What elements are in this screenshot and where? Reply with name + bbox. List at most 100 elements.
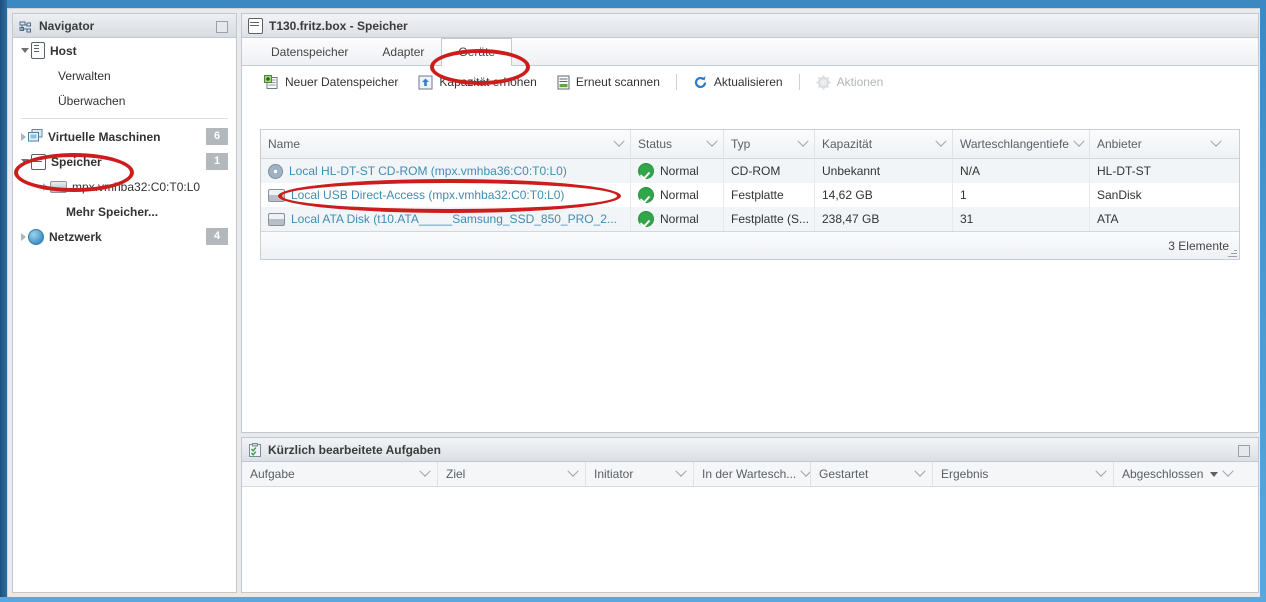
- chevron-right-icon[interactable]: [21, 132, 26, 141]
- column-header-kapazit-t[interactable]: Kapazität: [815, 130, 953, 157]
- tab-adapter[interactable]: Adapter: [365, 38, 441, 65]
- task-filter-controls: [563, 465, 579, 478]
- task-filter-controls: [415, 465, 431, 478]
- table-row[interactable]: Local HL-DT-ST CD-ROM (mpx.vmhba36:C0:T0…: [261, 159, 1239, 183]
- sort-descending-icon[interactable]: [1210, 471, 1218, 477]
- chevron-down-icon[interactable]: [800, 465, 810, 477]
- chevron-down-icon[interactable]: [613, 135, 625, 147]
- sidebar-item-label: Netzwerk: [49, 229, 102, 244]
- chevron-right-icon[interactable]: [21, 232, 26, 241]
- column-header-label: Typ: [731, 136, 751, 151]
- task-filter-gestartet[interactable]: Gestartet: [811, 462, 933, 486]
- cell-status: Normal: [631, 207, 724, 231]
- task-list: [242, 487, 1258, 592]
- column-header-label: Status: [638, 136, 673, 151]
- sidebar-item-berwachen[interactable]: Überwachen: [13, 88, 236, 113]
- toolbar-aktualisieren-button[interactable]: Aktualisieren: [683, 70, 793, 94]
- tab-bar: Datenspeicher Adapter Geräte: [242, 38, 1258, 66]
- chevron-down-icon[interactable]: [675, 465, 687, 477]
- cell-text: SanDisk: [1097, 188, 1142, 202]
- chevron-down-icon[interactable]: [797, 135, 809, 147]
- page-title: T130.fritz.box - Speicher: [269, 18, 408, 33]
- status-badge: Normal: [660, 164, 699, 178]
- network-icon: [28, 228, 44, 245]
- chevron-right-icon[interactable]: [43, 182, 48, 191]
- task-filter-ziel[interactable]: Ziel: [438, 462, 586, 486]
- table-row[interactable]: Local ATA Disk (t10.ATA_____Samsung_SSD_…: [261, 207, 1239, 231]
- cell-name[interactable]: Local USB Direct-Access (mpx.vmhba32:C0:…: [261, 183, 631, 207]
- task-filter-aufgabe[interactable]: Aufgabe: [242, 462, 438, 486]
- sidebar-item-host[interactable]: Host: [13, 38, 236, 63]
- tab-ger-te[interactable]: Geräte: [441, 38, 513, 66]
- task-filter-label: Gestartet: [819, 467, 869, 481]
- minimize-icon[interactable]: [216, 21, 228, 33]
- column-header-name[interactable]: Name: [261, 130, 631, 157]
- chevron-down-icon[interactable]: [1095, 465, 1107, 477]
- task-filter-controls: [671, 465, 687, 478]
- chevron-down-icon[interactable]: [706, 135, 718, 147]
- task-filter-ergebnis[interactable]: Ergebnis: [933, 462, 1114, 486]
- chevron-down-icon[interactable]: [21, 48, 29, 53]
- status-ok-icon: [638, 163, 654, 179]
- column-header-label: Warteschlangentiefe: [960, 136, 1069, 151]
- refresh-icon: [693, 75, 708, 90]
- sidebar-item-mehr-speicher[interactable]: Mehr Speicher...: [13, 199, 236, 224]
- navigator-panel: Navigator Host Verwalten Überwachen Virtuel…: [12, 13, 237, 593]
- cell-text: Local USB Direct-Access (mpx.vmhba32:C0:…: [291, 188, 565, 202]
- toolbar-kapazit-t-erh-hen-button[interactable]: Kapazität erhöhen: [408, 70, 546, 94]
- chevron-down-icon[interactable]: [567, 465, 579, 477]
- caret-spacer: [51, 208, 59, 216]
- chevron-down-icon[interactable]: [21, 159, 29, 164]
- task-filter-abgeschlossen[interactable]: Abgeschlossen: [1114, 462, 1240, 486]
- tab-datenspeicher[interactable]: Datenspeicher: [254, 38, 365, 65]
- column-header-warteschlangentiefe[interactable]: Warteschlangentiefe: [953, 130, 1090, 157]
- task-filter-in-der-wartesch[interactable]: In der Wartesch...: [694, 462, 811, 486]
- chevron-down-icon[interactable]: [1210, 135, 1222, 147]
- chevron-down-icon[interactable]: [419, 465, 431, 477]
- table-footer: 3 Elemente: [261, 231, 1239, 259]
- storage-icon: [31, 153, 46, 170]
- toolbar-erneut-scannen-button[interactable]: Erneut scannen: [547, 70, 670, 94]
- cell-name[interactable]: Local HL-DT-ST CD-ROM (mpx.vmhba36:C0:T0…: [261, 159, 631, 183]
- status-ok-icon: [638, 187, 654, 203]
- cell-text: 31: [960, 212, 974, 226]
- table-row[interactable]: Local USB Direct-Access (mpx.vmhba32:C0:…: [261, 183, 1239, 207]
- toolbar-neuer-datenspeicher-button[interactable]: Neuer Datenspeicher: [254, 70, 408, 94]
- cell-capacity: 238,47 GB: [815, 207, 953, 231]
- device-icon: [50, 180, 67, 193]
- cell-name[interactable]: Local ATA Disk (t10.ATA_____Samsung_SSD_…: [261, 207, 631, 231]
- chevron-down-icon[interactable]: [1073, 135, 1085, 147]
- chevron-down-icon[interactable]: [935, 135, 947, 147]
- sidebar-item-netzwerk[interactable]: Netzwerk 4: [13, 224, 236, 249]
- sidebar-item-badge: 4: [206, 228, 228, 245]
- cell-vendor: HL-DT-ST: [1090, 159, 1227, 183]
- sidebar-item-virtuelle-maschinen[interactable]: Virtuelle Maschinen 6: [13, 124, 236, 149]
- cell-text: Festplatte: [731, 188, 784, 202]
- cell-text: 1: [960, 188, 967, 202]
- sidebar-item-mpx-vmhba32-c0-t0-l0[interactable]: mpx.vmhba32:C0:T0:L0: [13, 174, 236, 199]
- cell-text: CD-ROM: [731, 164, 781, 178]
- navigator-icon: [19, 19, 33, 33]
- table-header-row: Name Status Typ Kapazität Warteschlangentief…: [261, 130, 1239, 159]
- recent-tasks-title: Kürzlich bearbeitete Aufgaben: [268, 442, 441, 457]
- navigator-title-bar: Navigator: [13, 14, 236, 38]
- task-filter-initiator[interactable]: Initiator: [586, 462, 694, 486]
- toolbar-aktionen-button: Aktionen: [806, 70, 894, 94]
- sidebar-item-speicher[interactable]: Speicher 1: [13, 149, 236, 174]
- chevron-down-icon[interactable]: [914, 465, 926, 477]
- cell-status: Normal: [631, 159, 724, 183]
- storage-title-bar: T130.fritz.box - Speicher: [242, 14, 1258, 38]
- navigator-divider: [21, 118, 228, 119]
- cell-capacity: 14,62 GB: [815, 183, 953, 207]
- sidebar-item-verwalten[interactable]: Verwalten: [13, 63, 236, 88]
- status-badge: Normal: [660, 188, 699, 202]
- toolbar-button-label: Aktionen: [836, 75, 884, 89]
- cell-queue-depth: N/A: [953, 159, 1090, 183]
- column-header-status[interactable]: Status: [631, 130, 724, 157]
- chevron-down-icon[interactable]: [1222, 465, 1234, 477]
- column-header-anbieter[interactable]: Anbieter: [1090, 130, 1227, 157]
- minimize-icon[interactable]: [1238, 445, 1250, 457]
- resize-grip-icon[interactable]: [1228, 248, 1237, 257]
- column-header-typ[interactable]: Typ: [724, 130, 815, 157]
- cell-text: Local ATA Disk (t10.ATA_____Samsung_SSD_…: [291, 212, 617, 226]
